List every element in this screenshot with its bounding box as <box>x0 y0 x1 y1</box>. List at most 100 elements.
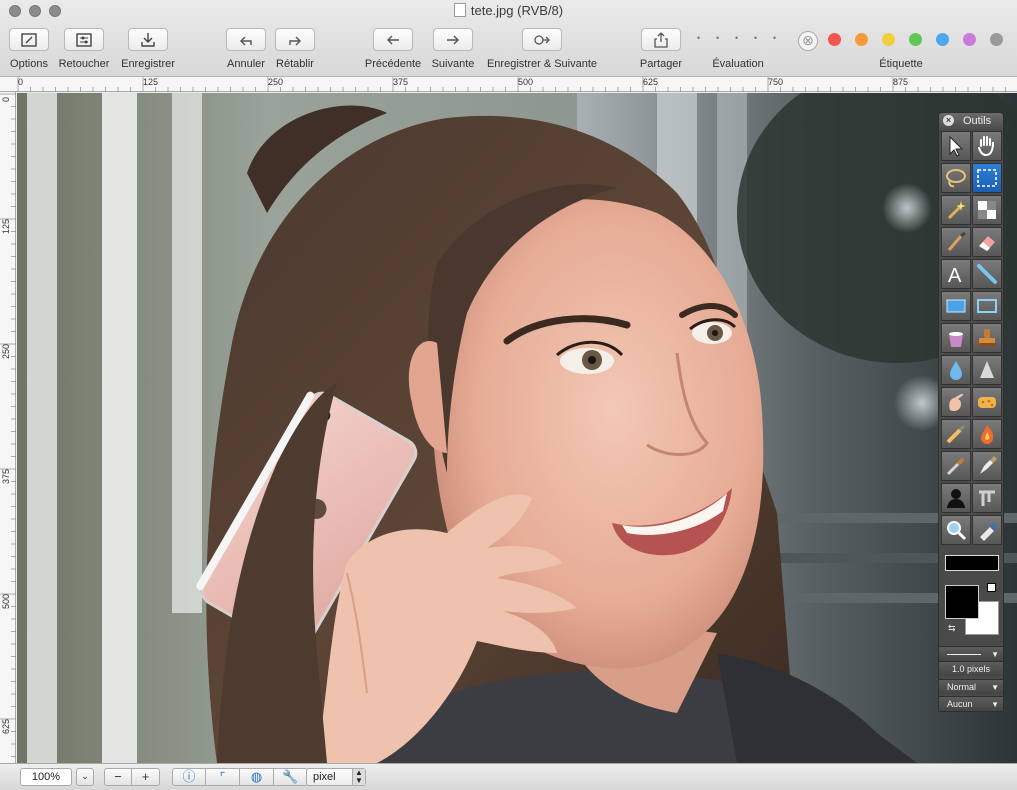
vertical-ruler: 0 125 250 375 500 625 <box>0 92 16 763</box>
color-mode-button[interactable]: ◍ <box>240 768 274 786</box>
zoom-menu-button[interactable]: ⌄ <box>76 768 94 786</box>
caliper-icon <box>979 490 995 506</box>
fill-mode-select[interactable]: Aucun ▼ <box>939 696 1003 711</box>
image-canvas[interactable] <box>17 93 1017 763</box>
info-button[interactable]: ⓘ <box>172 768 206 786</box>
rating-star-5-icon[interactable]: • <box>773 33 776 43</box>
tool-brush[interactable] <box>941 227 971 257</box>
info-icon: ⓘ <box>182 769 196 784</box>
arrow-right-icon <box>447 35 459 45</box>
blend-mode-select[interactable]: Normal ▼ <box>939 679 1003 694</box>
paint-tube-icon <box>980 523 996 541</box>
save-and-next-button[interactable] <box>522 28 562 51</box>
stepper-icon: ▲ ▼ <box>352 769 365 785</box>
tool-blur[interactable] <box>941 355 971 385</box>
svg-text:A: A <box>948 265 962 286</box>
tool-rect-select[interactable] <box>972 163 1002 193</box>
pointer-arrow-icon <box>949 135 964 157</box>
foreground-color-swatch[interactable] <box>945 585 979 619</box>
ruler-v-label: 0 <box>1 96 11 102</box>
line-style-select[interactable]: ▼ <box>939 646 1003 661</box>
tool-stamp[interactable] <box>972 323 1002 353</box>
rating-star-3-icon[interactable]: • <box>735 33 738 43</box>
label-group-label: Étiquette <box>879 58 923 70</box>
tool-rect-fill[interactable] <box>941 291 971 321</box>
ruler-h-label: 625 <box>643 77 659 87</box>
tool-paint-bucket[interactable] <box>941 323 971 353</box>
close-palette-button[interactable]: × <box>943 115 954 126</box>
ruler-v-label: 125 <box>1 218 11 234</box>
label-green[interactable] <box>909 33 922 46</box>
tool-text[interactable]: A <box>941 259 971 289</box>
tool-measure[interactable] <box>972 483 1002 513</box>
tool-zoom[interactable] <box>941 515 971 545</box>
label-yellow[interactable] <box>882 33 895 46</box>
tool-clone-pattern[interactable] <box>972 195 1002 225</box>
ruler-h-label: 125 <box>143 77 159 87</box>
tool-rect-stroke[interactable] <box>972 291 1002 321</box>
rating-star-1-icon[interactable]: • <box>697 33 700 43</box>
tool-eyedropper[interactable] <box>941 451 971 481</box>
tool-smudge[interactable] <box>941 387 971 417</box>
label-gray[interactable] <box>990 33 1003 46</box>
rating-label: Évaluation <box>712 58 764 70</box>
undo-icon <box>240 36 252 46</box>
label-red[interactable] <box>828 33 841 46</box>
label-purple[interactable] <box>963 33 976 46</box>
zoom-out-button[interactable]: − <box>104 768 132 786</box>
rating-star-2-icon[interactable]: • <box>716 33 719 43</box>
tool-magic-wand[interactable] <box>941 195 971 225</box>
options-label: Options <box>10 58 48 70</box>
window-title: tete.jpg (RVB/8) <box>0 3 1017 18</box>
unit-select[interactable]: pixel ▲ ▼ <box>306 768 366 786</box>
next-button[interactable] <box>433 28 473 51</box>
redo-button[interactable] <box>275 28 315 51</box>
reset-colors-icon[interactable] <box>987 583 996 592</box>
tool-mask[interactable] <box>941 483 971 513</box>
stroke-width-value: 1.0 pixels <box>939 661 1003 676</box>
enregistrer-button[interactable] <box>128 28 168 51</box>
tool-pen[interactable] <box>972 451 1002 481</box>
label-blue[interactable] <box>936 33 949 46</box>
zoom-field[interactable]: 100% <box>20 768 72 786</box>
tool-line[interactable] <box>972 259 1002 289</box>
tool-hand[interactable] <box>972 131 1002 161</box>
lasso-icon <box>946 169 966 188</box>
previous-label: Précédente <box>364 58 422 70</box>
ruler-v-label: 375 <box>1 468 11 484</box>
rating-star-4-icon[interactable]: • <box>754 33 757 43</box>
magnifier-icon <box>947 521 967 541</box>
tool-eraser[interactable] <box>972 227 1002 257</box>
options-button[interactable] <box>9 28 49 51</box>
tool-burn[interactable] <box>972 419 1002 449</box>
tools-palette: × Outils A ⇆ ▼ 1.0 pixels Normal ▼ Aucun… <box>938 112 1004 712</box>
tools-palette-titlebar: × Outils <box>939 113 1003 129</box>
tool-sharpen[interactable] <box>972 355 1002 385</box>
swap-colors-icon[interactable]: ⇆ <box>948 623 956 634</box>
rulers-button[interactable]: ⌜ <box>206 768 240 786</box>
horizontal-ruler: 0 125 250 375 500 625 750 875 <box>0 77 1017 92</box>
stroke-preview[interactable] <box>945 555 999 571</box>
ruler-h-label: 875 <box>893 77 909 87</box>
zoom-in-button[interactable]: + <box>132 768 160 786</box>
tool-sponge[interactable] <box>972 387 1002 417</box>
minus-icon: − <box>114 769 122 784</box>
blend-mode-value: Normal <box>947 682 977 692</box>
retoucher-button[interactable] <box>64 28 104 51</box>
tool-lasso[interactable] <box>941 163 971 193</box>
previous-button[interactable] <box>373 28 413 51</box>
water-drop-icon <box>950 361 962 380</box>
share-label: Partager <box>639 58 683 70</box>
clear-label-button[interactable]: ⊗ <box>798 31 818 51</box>
line-icon <box>977 264 997 284</box>
share-button[interactable] <box>641 28 681 51</box>
tool-dodge[interactable] <box>941 419 971 449</box>
fill-mode-value: Aucun <box>947 699 973 709</box>
tools-button[interactable]: 🔧 <box>274 768 308 786</box>
adjust-sliders-icon <box>76 33 92 47</box>
label-orange[interactable] <box>855 33 868 46</box>
filled-rect-icon <box>946 299 966 313</box>
undo-button[interactable] <box>226 28 266 51</box>
tool-fill-tube[interactable] <box>972 515 1002 545</box>
tool-move[interactable] <box>941 131 971 161</box>
